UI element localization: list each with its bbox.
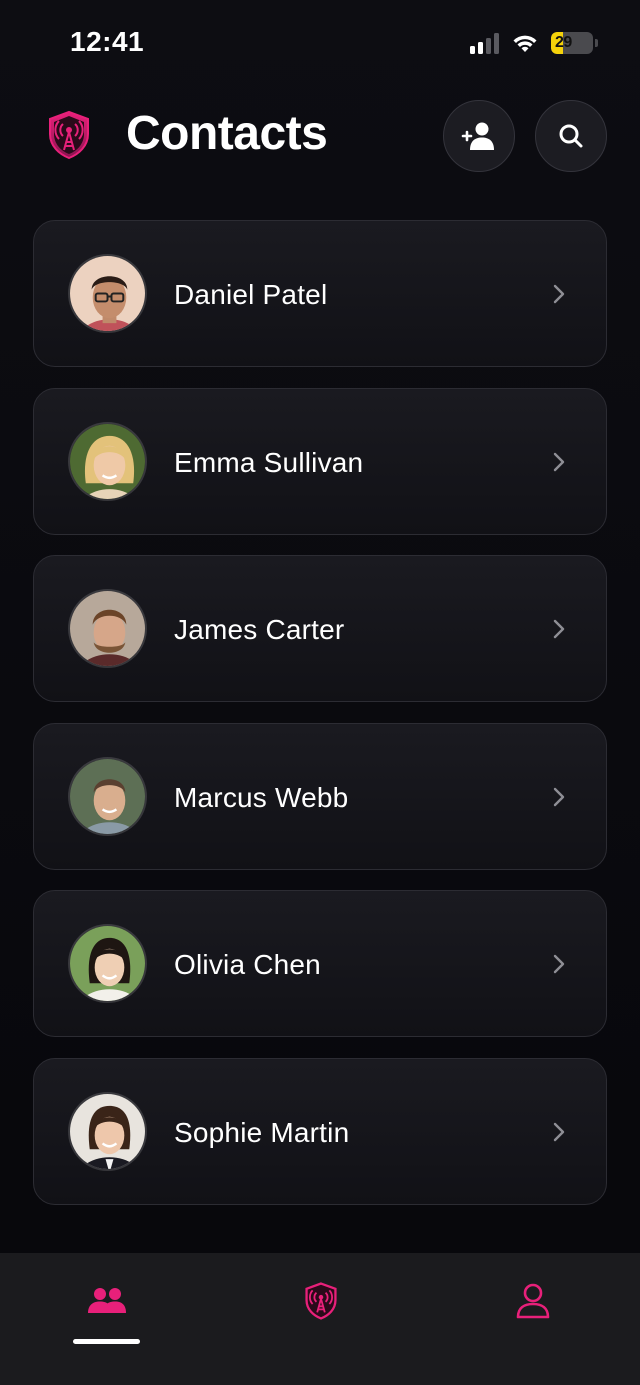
chevron-right-icon [553, 452, 565, 471]
people-icon [88, 1288, 126, 1313]
contact-name: Olivia Chen [174, 949, 321, 980]
avatar [68, 254, 147, 333]
contact-card[interactable]: Olivia Chen [33, 890, 607, 1037]
battery-icon: 29 [551, 32, 598, 54]
avatar [68, 756, 147, 836]
contact-name: Daniel Patel [174, 279, 328, 310]
tab-shield[interactable] [291, 1279, 351, 1323]
battery-percent: 29 [555, 34, 572, 51]
avatar [68, 589, 147, 668]
tab-profile[interactable] [503, 1279, 563, 1323]
chevron-right-icon [553, 619, 565, 639]
contact-name: Emma Sullivan [174, 446, 364, 478]
search-icon [559, 124, 583, 148]
status-time: 12:41 [70, 26, 145, 57]
contact-name: Marcus Webb [174, 781, 349, 813]
shield-antenna-icon [305, 1282, 337, 1320]
contact-card[interactable]: Marcus Webb [33, 722, 607, 870]
add-contact-button[interactable] [443, 100, 515, 172]
contact-card[interactable]: Emma Sullivan [33, 387, 607, 535]
chevron-right-icon [553, 284, 565, 304]
active-tab-indicator [73, 1339, 140, 1344]
contacts-screen: 12:41 29 Contacts Daniel Patel Emma Sull… [0, 0, 640, 1385]
contact-card[interactable]: Sophie Martin [33, 1057, 607, 1205]
contact-card[interactable]: Daniel Patel [33, 220, 607, 367]
contact-list: Daniel Patel Emma Sullivan James Carter … [33, 220, 607, 1225]
contact-name: Sophie Martin [174, 1116, 350, 1148]
tab-bar [0, 1253, 640, 1385]
battery-gauge: 29 [551, 32, 593, 54]
contact-card[interactable]: James Carter [33, 555, 607, 702]
status-bar: 12:41 29 [0, 0, 640, 86]
avatar [68, 421, 147, 501]
shield-antenna-icon [49, 110, 89, 160]
status-indicators: 29 [470, 30, 598, 56]
header: Contacts [0, 96, 640, 176]
page-title: Contacts [126, 107, 328, 160]
avatar [68, 1091, 147, 1171]
battery-tip [595, 39, 598, 47]
avatar [68, 924, 147, 1003]
cellular-signal-icon [470, 32, 499, 54]
add-person-icon [461, 122, 494, 150]
tab-contacts[interactable] [77, 1279, 137, 1323]
search-button[interactable] [535, 100, 607, 172]
person-icon [516, 1283, 550, 1319]
chevron-right-icon [553, 954, 565, 974]
chevron-right-icon [553, 1122, 565, 1141]
wifi-icon [513, 35, 537, 52]
contact-name: James Carter [174, 614, 345, 645]
chevron-right-icon [553, 787, 565, 806]
